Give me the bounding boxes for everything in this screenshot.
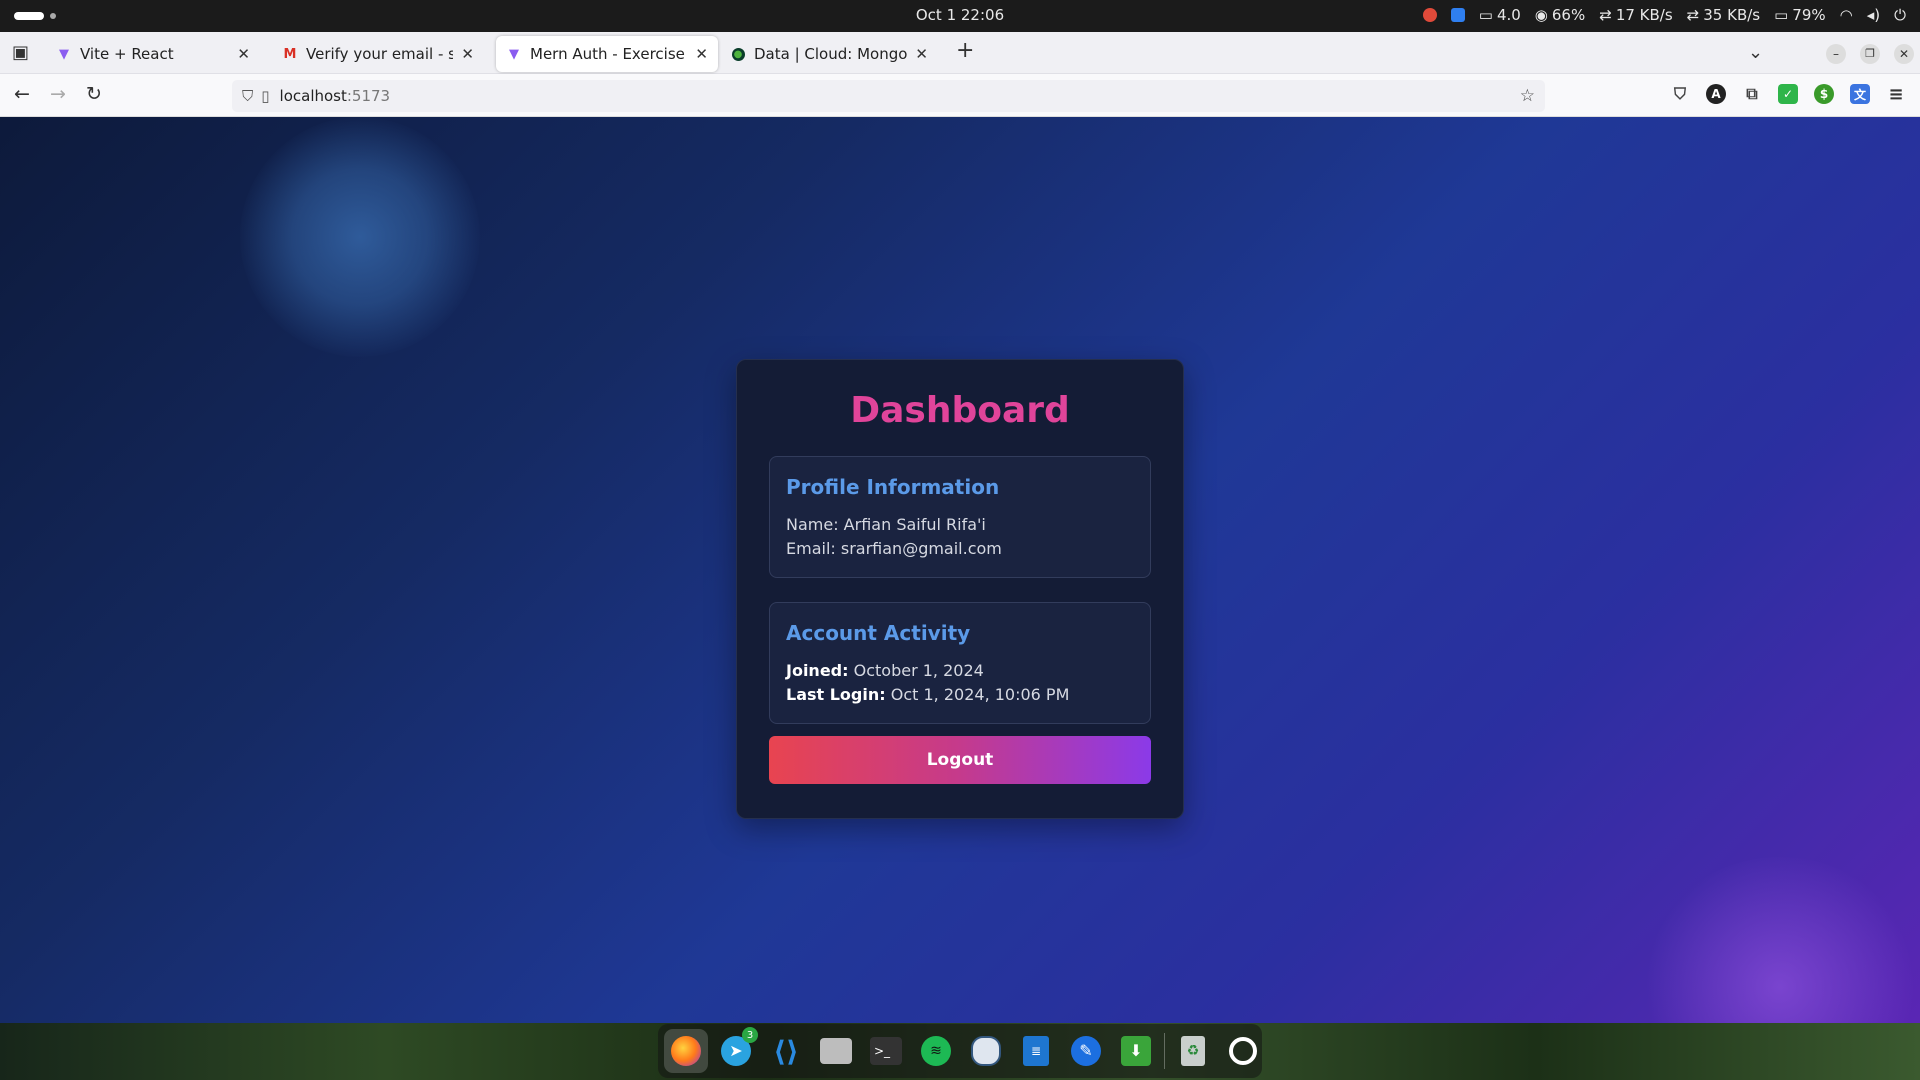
download-icon[interactable]: ⬇	[1114, 1029, 1158, 1073]
back-icon[interactable]: ←	[14, 83, 30, 105]
vscode-icon[interactable]: ⟨⟩	[764, 1029, 808, 1073]
joined-row: Joined: October 1, 2024	[786, 661, 984, 680]
new-tab-button[interactable]: +	[956, 38, 974, 63]
gmail-icon: M	[283, 46, 297, 62]
page-title: Dashboard	[850, 390, 1070, 431]
feather-icon[interactable]: ✎	[1064, 1029, 1108, 1073]
url-bar[interactable]: ⛉ ▯ localhost:5173 ☆	[232, 80, 1545, 112]
extensions-icon[interactable]: ⧉	[1742, 84, 1762, 104]
close-tab-icon[interactable]: ✕	[915, 45, 928, 63]
indicator-screen[interactable]: ▭ 4.0	[1479, 6, 1521, 24]
translate-icon[interactable]: 文	[1850, 84, 1870, 104]
ubuntu-icon[interactable]	[1221, 1029, 1265, 1073]
pocket-icon[interactable]: ⛉	[1670, 84, 1690, 104]
firefox-icon[interactable]	[664, 1029, 708, 1073]
telegram-icon[interactable]: ➤ 3	[714, 1027, 758, 1073]
tab-mern-auth[interactable]: ▼ Mern Auth - Exercise ✕	[496, 36, 718, 72]
adblock-icon[interactable]: ✓	[1778, 84, 1798, 104]
telegram-badge: 3	[742, 1027, 758, 1043]
restore-icon[interactable]: ❐	[1860, 44, 1880, 64]
page-icon[interactable]: ▯	[261, 87, 269, 105]
indicator-battery[interactable]: ▭ 79%	[1774, 6, 1826, 24]
browser-nav-bar: ← → ↻ ⛉ ▯ localhost:5173 ☆ ⛉ A ⧉ ✓ $ 文 ≡	[0, 74, 1920, 117]
dashboard-card: Dashboard Profile Information Name: Arfi…	[736, 359, 1184, 819]
forward-icon[interactable]: →	[50, 83, 66, 105]
minimize-icon[interactable]: –	[1826, 44, 1846, 64]
close-tab-icon[interactable]: ✕	[237, 45, 250, 63]
list-tabs-icon[interactable]: ⌄	[1748, 42, 1763, 63]
trash-icon[interactable]: ♻	[1171, 1029, 1215, 1073]
mongodb-icon: ●	[730, 46, 746, 62]
indicator-download[interactable]: ⇄ 17 KB/s	[1599, 6, 1672, 24]
volume-icon[interactable]: ◂)	[1867, 6, 1880, 24]
shield-icon[interactable]: ⛉	[242, 87, 253, 105]
tab-mongodb[interactable]: ● Data | Cloud: MongoDB C ✕	[720, 36, 938, 72]
tab-vite-react[interactable]: ▼ Vite + React ✕	[46, 36, 260, 72]
power-icon[interactable]: ⏻	[1894, 6, 1906, 24]
reload-icon[interactable]: ↻	[86, 83, 102, 105]
last-login-row: Last Login: Oct 1, 2024, 10:06 PM	[786, 685, 1069, 704]
page-viewport: Dashboard Profile Information Name: Arfi…	[0, 117, 1920, 1023]
menu-icon[interactable]: ≡	[1886, 84, 1906, 105]
vite-icon: ▼	[59, 46, 69, 62]
terminal-icon[interactable]: >_	[864, 1029, 908, 1073]
profile-info-panel: Profile Information Name: Arfian Saiful …	[769, 456, 1151, 578]
files-icon[interactable]	[814, 1029, 858, 1073]
tab-gmail[interactable]: M Verify your email - srarfian ✕	[272, 36, 484, 72]
close-tab-icon[interactable]: ✕	[461, 45, 474, 63]
last-login-label: Last Login:	[786, 685, 886, 704]
profile-heading: Profile Information	[786, 475, 1000, 499]
activity-heading: Account Activity	[786, 621, 971, 645]
background-glow	[1640, 857, 1920, 1023]
joined-value: October 1, 2024	[848, 661, 984, 680]
postgresql-icon[interactable]	[964, 1029, 1008, 1073]
indicator-cpu[interactable]: ◉ 66%	[1535, 6, 1585, 24]
tray-feather-icon[interactable]	[1450, 8, 1465, 22]
url-port[interactable]: :5173	[347, 87, 390, 105]
dock-apps: ➤ 3 ⟨⟩ >_ ≋ ≣ ✎ ⬇ ♻	[658, 1024, 1262, 1078]
browser-tab-bar: ▣ ▼ Vite + React ✕ M Verify your email -…	[0, 32, 1920, 74]
account-icon[interactable]: A	[1706, 84, 1726, 104]
system-top-bar: Oct 1 22:06 ▭ 4.0 ◉ 66% ⇄ 17 KB/s ⇄ 35 KB/s …	[0, 0, 1920, 32]
tray-app-icon[interactable]	[1422, 8, 1437, 22]
profile-name: Name: Arfian Saiful Rifa'i	[786, 515, 986, 534]
joined-label: Joined:	[786, 661, 849, 680]
indicator-upload[interactable]: ⇄ 35 KB/s	[1687, 6, 1760, 24]
last-login-value: Oct 1, 2024, 10:06 PM	[885, 685, 1070, 704]
close-tab-icon[interactable]: ✕	[695, 45, 708, 63]
extension-green-icon[interactable]: $	[1814, 84, 1834, 104]
url-host[interactable]: localhost	[280, 87, 347, 105]
bookmark-star-icon[interactable]: ☆	[1520, 86, 1535, 106]
system-tray: ▭ 4.0 ◉ 66% ⇄ 17 KB/s ⇄ 35 KB/s ▭ 79% ◠ ◂) ⏻	[1422, 6, 1906, 24]
spotify-icon[interactable]: ≋	[914, 1029, 958, 1073]
dock-separator	[1164, 1033, 1165, 1069]
profile-email: Email: srarfian@gmail.com	[786, 539, 1002, 558]
tab-overview-icon[interactable]: ▣	[12, 42, 29, 63]
close-window-icon[interactable]: ✕	[1894, 44, 1914, 64]
vite-icon: ▼	[509, 46, 519, 62]
wifi-icon[interactable]: ◠	[1840, 6, 1853, 24]
dock: ➤ 3 ⟨⟩ >_ ≋ ≣ ✎ ⬇ ♻	[0, 1023, 1920, 1080]
logout-button[interactable]: Logout	[769, 736, 1151, 784]
background-glow	[240, 117, 480, 357]
writer-icon[interactable]: ≣	[1014, 1029, 1058, 1073]
account-activity-panel: Account Activity Joined: October 1, 2024…	[769, 602, 1151, 724]
